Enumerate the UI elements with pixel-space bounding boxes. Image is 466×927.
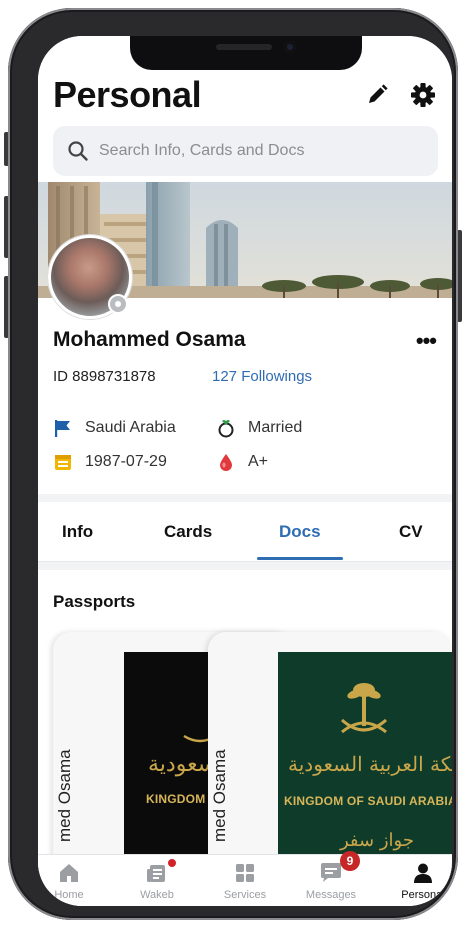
- nav-messages[interactable]: 9 Messages: [296, 851, 366, 901]
- nav-home[interactable]: Home: [38, 859, 104, 901]
- home-icon: [60, 864, 78, 882]
- profile-card: Mohammed Osama ••• ID 8898731878 127 Fol…: [38, 298, 452, 494]
- edit-pencil-icon[interactable]: [364, 82, 390, 108]
- nav-wakeb-label: Wakeb: [140, 889, 174, 901]
- nav-home-label: Home: [54, 889, 84, 901]
- birthdate-text: 1987-07-29: [85, 453, 167, 470]
- search-input[interactable]: Search Info, Cards and Docs: [53, 126, 438, 176]
- tab-cv[interactable]: CV: [399, 522, 423, 542]
- active-tab-indicator: [257, 557, 343, 560]
- avatar-camera-icon[interactable]: [108, 294, 128, 314]
- notch: [130, 36, 362, 70]
- profile-id: ID 8898731878: [53, 368, 156, 385]
- tab-cards[interactable]: Cards: [164, 522, 212, 542]
- passport-kingdom-text: KINGDOM OF SAUDI ARABIA: [284, 794, 452, 808]
- palm-swords-emblem-icon: [340, 683, 388, 734]
- wakeb-notification-dot: [168, 859, 176, 867]
- calendar-icon: [53, 452, 73, 472]
- grid-icon: [236, 864, 254, 882]
- rings-icon: [216, 418, 236, 438]
- front-camera: [284, 41, 296, 53]
- passport-type-text: جواز سفر: [340, 830, 414, 851]
- earpiece-speaker: [216, 44, 272, 50]
- nav-personal-label: Personal: [401, 889, 445, 901]
- followings-link[interactable]: 127 Followings: [212, 368, 312, 385]
- marital-text: Married: [248, 419, 303, 436]
- country-text: Saudi Arabia: [85, 419, 176, 436]
- profile-tabs: Info Cards Docs CV: [38, 502, 452, 562]
- passport-holder-name: med Osama: [55, 749, 74, 842]
- flag-icon: [53, 418, 73, 438]
- settings-gear-icon[interactable]: [410, 82, 436, 108]
- nav-messages-label: Messages: [305, 889, 357, 901]
- marital-info: Married: [216, 418, 302, 438]
- blood-type-text: A+: [248, 453, 269, 470]
- person-icon: [414, 863, 432, 883]
- search-icon: [68, 141, 88, 161]
- blood-drop-icon: [216, 452, 236, 472]
- page-title: Personal: [53, 74, 202, 115]
- news-icon: [147, 865, 165, 882]
- country-info: Saudi Arabia: [53, 418, 176, 438]
- messages-count-badge: 9: [340, 851, 360, 871]
- search-placeholder: Search Info, Cards and Docs: [99, 142, 305, 159]
- nav-services-label: Services: [223, 889, 267, 901]
- tab-info[interactable]: Info: [62, 522, 93, 542]
- nav-personal[interactable]: Personal: [388, 859, 452, 901]
- passports-section-title: Passports: [53, 592, 136, 611]
- blood-type-info: A+: [216, 452, 268, 472]
- passport-arabic-title: المملكة العربية السعودية: [288, 752, 452, 776]
- nav-services[interactable]: Services: [210, 859, 280, 901]
- tab-docs[interactable]: Docs: [279, 522, 321, 542]
- passport-holder-name: med Osama: [210, 749, 229, 842]
- passport-card[interactable]: med Osama المملكة العربية السعودية KINGD…: [208, 632, 452, 892]
- phone-screen: Personal Search Info, Cards and Docs Moh…: [38, 36, 452, 906]
- more-options-icon[interactable]: •••: [416, 328, 437, 354]
- birthdate-info: 1987-07-29: [53, 452, 167, 472]
- bottom-navigation: Home Wakeb Services 9 Messages Personal: [38, 851, 452, 906]
- profile-name: Mohammed Osama: [53, 328, 246, 351]
- nav-wakeb[interactable]: Wakeb: [122, 859, 192, 901]
